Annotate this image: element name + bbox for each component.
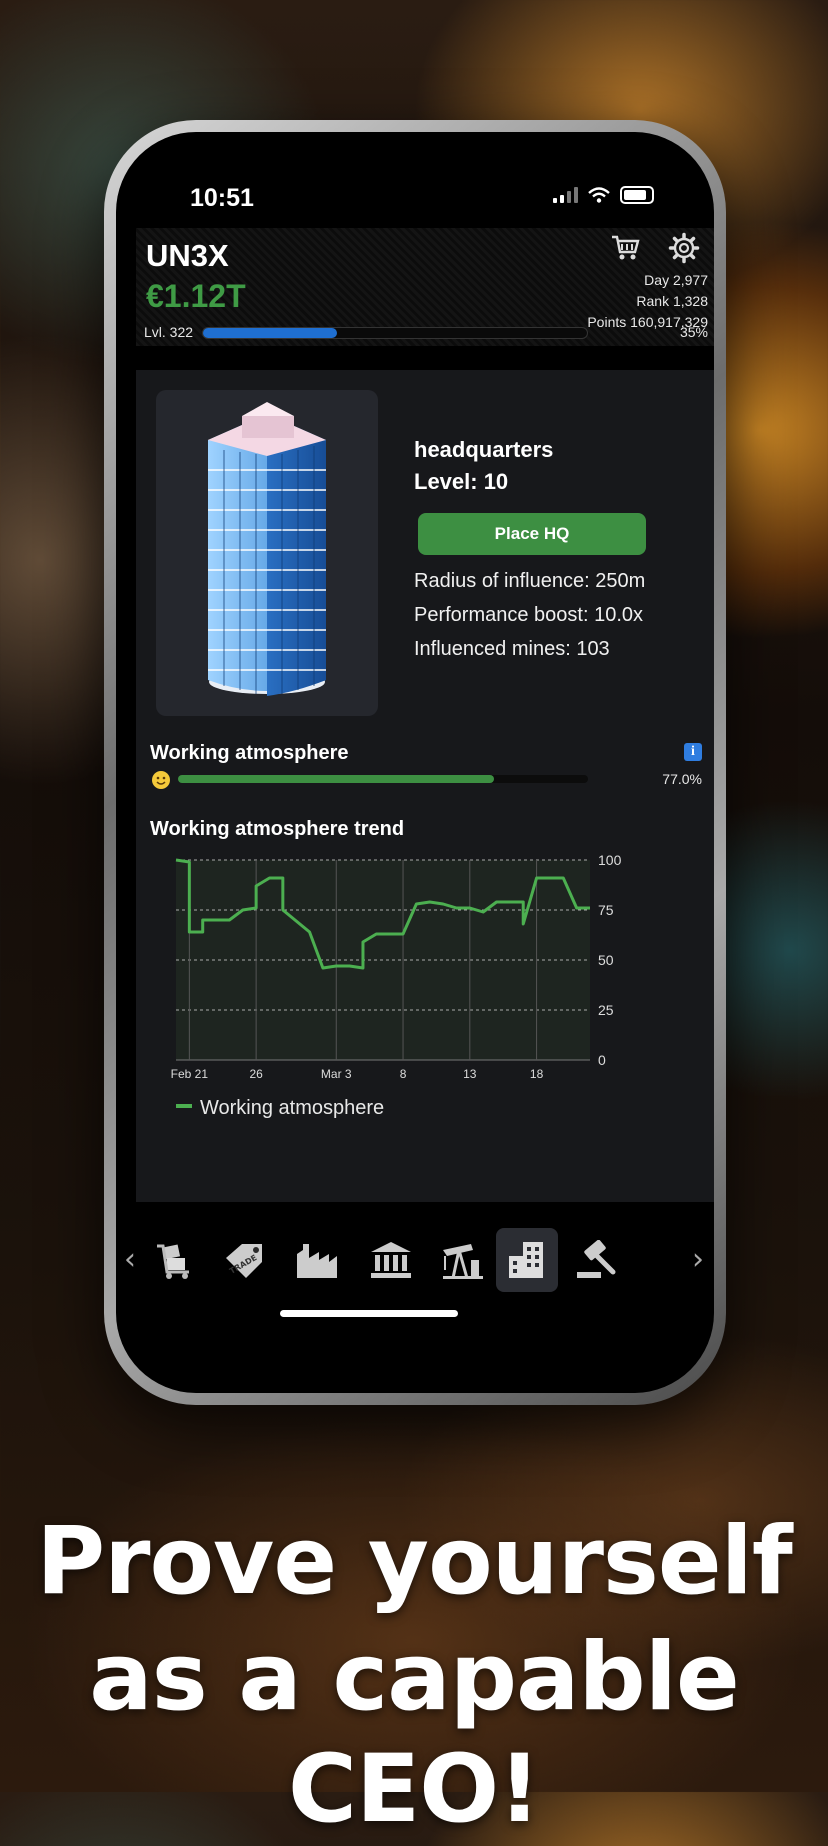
phone-screen: 10:51 UN3X €1.12T Day 2,977 Rank 1,328 P… — [116, 132, 714, 1393]
cart-icon[interactable] — [610, 234, 640, 262]
nav-trade[interactable]: TRADE — [212, 1228, 274, 1292]
battery-icon — [620, 186, 654, 204]
building-name: headquarters — [414, 437, 554, 462]
atmosphere-bar-fill — [178, 775, 494, 783]
level-progress-fill — [203, 328, 338, 338]
x-tick-label: 26 — [249, 1067, 263, 1081]
bottom-nav: ‹ › TRADE — [116, 1226, 714, 1298]
x-tick-label: 18 — [530, 1067, 544, 1081]
nav-next-icon[interactable]: › — [692, 1242, 704, 1277]
day-counter: Day 2,977 — [644, 272, 708, 288]
nav-factory-icon — [297, 1244, 337, 1278]
y-tick-label: 25 — [598, 1002, 614, 1018]
nav-headquarters[interactable] — [496, 1228, 558, 1292]
y-tick-label: 75 — [598, 902, 614, 918]
nav-trade-icon: TRADE — [226, 1244, 262, 1278]
place-hq-button[interactable]: Place HQ — [418, 513, 646, 555]
performance-boost: Performance boost: 10.0x — [414, 604, 644, 626]
trend-title: Working atmosphere trend — [150, 818, 405, 840]
nav-logistics[interactable] — [144, 1228, 206, 1292]
x-tick-label: 8 — [400, 1067, 407, 1081]
level-progress-percent: 35% — [679, 324, 708, 340]
money-balance: €1.12T — [146, 278, 246, 314]
legend-label: Working atmosphere — [200, 1097, 384, 1119]
atmosphere-trend-chart: 100 75 50 25 0 Feb 21 26 Mar 3 8 13 18 Working atmo… — [171, 852, 622, 1119]
caption-line-2: as a capable CEO! — [89, 1623, 739, 1844]
smiley-icon — [152, 771, 170, 789]
level-progress-bar — [202, 327, 588, 339]
x-tick-label: 13 — [463, 1067, 477, 1081]
nav-bank-icon — [371, 1242, 411, 1278]
y-tick-label: 50 — [598, 952, 614, 968]
skyscraper-icon — [208, 402, 326, 696]
caption-line-1: Prove yourself — [36, 1507, 793, 1616]
game-header: UN3X €1.12T Day 2,977 Rank 1,328 Points … — [136, 228, 714, 346]
nav-oil-pump[interactable] — [432, 1228, 494, 1292]
legend-swatch — [176, 1104, 192, 1108]
x-tick-label: Mar 3 — [321, 1067, 352, 1081]
nav-headquarters-icon — [509, 1242, 543, 1278]
gear-icon[interactable] — [668, 232, 700, 264]
company-name: UN3X — [146, 238, 229, 273]
y-tick-label: 100 — [598, 852, 622, 868]
atmosphere-bar — [178, 775, 588, 783]
status-time: 10:51 — [190, 184, 254, 212]
nav-prev-icon[interactable]: ‹ — [124, 1242, 136, 1277]
atmosphere-percent: 77.0% — [662, 771, 702, 787]
home-indicator[interactable] — [280, 1310, 458, 1317]
rank-value: Rank 1,328 — [636, 293, 708, 309]
phone-frame: 10:51 UN3X €1.12T Day 2,977 Rank 1,328 P… — [104, 120, 726, 1405]
y-tick-label: 0 — [598, 1052, 606, 1068]
nav-auction-icon — [577, 1240, 616, 1278]
nav-bank[interactable] — [360, 1228, 422, 1292]
atmosphere-title: Working atmosphere — [150, 742, 349, 764]
building-title-block: headquarters Level: 10 — [414, 434, 553, 498]
building-image-card — [156, 390, 378, 716]
building-panel: headquarters Level: 10 Place HQ Radius o… — [136, 370, 714, 1202]
nav-auction[interactable] — [566, 1228, 628, 1292]
wifi-icon — [588, 187, 610, 203]
signal-icon — [553, 187, 578, 203]
player-level: Lvl. 322 — [144, 324, 194, 340]
building-level: Level: 10 — [414, 469, 509, 494]
system-icons — [553, 186, 654, 204]
nav-factory[interactable] — [286, 1228, 348, 1292]
radius-of-influence: Radius of influence: 250m — [414, 570, 646, 592]
status-bar: 10:51 — [116, 132, 714, 212]
nav-oil-pump-icon — [443, 1244, 483, 1279]
x-tick-label: Feb 21 — [171, 1067, 209, 1081]
info-icon[interactable]: i — [684, 743, 702, 761]
influenced-mines: Influenced mines: 103 — [414, 638, 610, 660]
nav-logistics-icon — [157, 1244, 189, 1279]
